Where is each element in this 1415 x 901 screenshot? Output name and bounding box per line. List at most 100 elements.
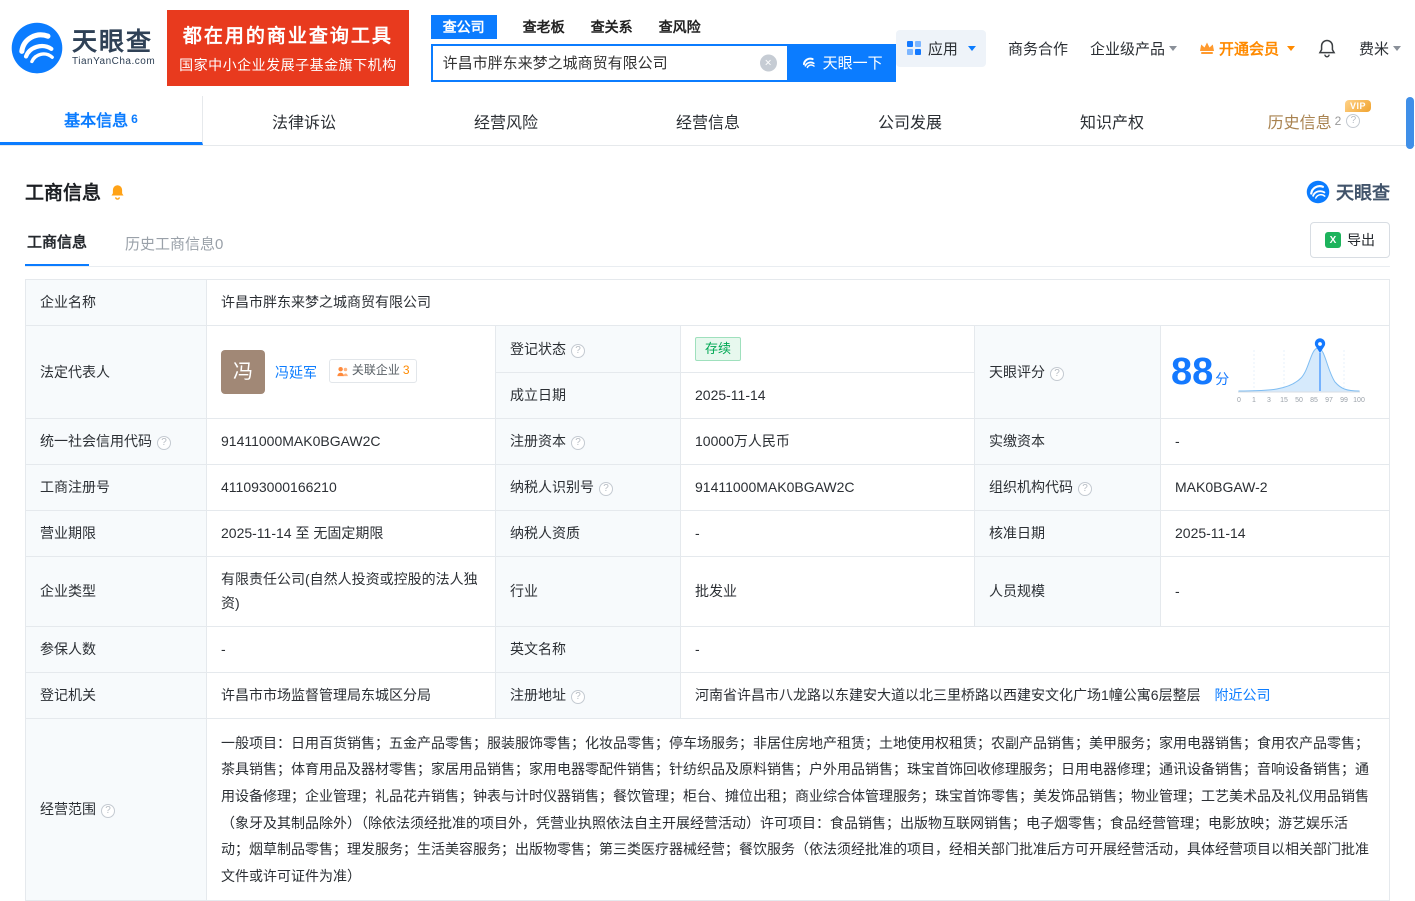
approval-date-value: 2025-11-14 xyxy=(1160,510,1390,558)
nav-enterprise-label: 企业级产品 xyxy=(1089,40,1165,58)
nav-open-vip-label: 开通会员 xyxy=(1218,40,1279,58)
apps-grid-icon xyxy=(906,41,921,55)
page-scrollbar[interactable] xyxy=(1406,97,1414,149)
tab-legal-litigation[interactable]: 法律诉讼 xyxy=(203,96,405,145)
score-cell: 88 分 0 1 3 15 50 85 97 99 100 xyxy=(1160,325,1390,420)
tab-operation-risk-label: 经营风险 xyxy=(473,114,538,132)
logo-text: 天眼查 TianYanCha.com xyxy=(72,28,155,67)
help-icon[interactable]: ? xyxy=(157,436,171,451)
top-right-nav: 应用 商务合作 企业级产品 开通会员 费米 xyxy=(895,29,1401,67)
legal-rep-link[interactable]: 冯延军 xyxy=(275,365,317,381)
main-content: 工商信息 天眼查 工商信息 历史工商信息0 X 导出 企业名称 许昌市胖东来梦之… xyxy=(0,178,1415,901)
related-company-tag[interactable]: 关联企业 3 xyxy=(328,359,417,384)
score-distribution-chart: 0 1 3 15 50 85 97 99 100 xyxy=(1237,338,1365,404)
tab-intellectual-property[interactable]: 知识产权 xyxy=(1011,96,1213,145)
subtab-history-business-info[interactable]: 历史工商信息0 xyxy=(123,223,225,266)
industry-value: 批发业 xyxy=(680,556,975,627)
reg-number-label: 工商注册号 xyxy=(25,464,207,512)
notification-bell-icon[interactable] xyxy=(1317,37,1337,59)
nav-enterprise[interactable]: 企业级产品 xyxy=(1090,38,1177,59)
tab-intellectual-property-label: 知识产权 xyxy=(1079,114,1144,132)
nearby-companies-link[interactable]: 附近公司 xyxy=(1214,687,1270,703)
reg-number-value: 411093000166210 xyxy=(206,464,496,512)
section-title: 工商信息 xyxy=(25,183,102,204)
search-tabs: 查公司 查老板 查关系 查风险 xyxy=(430,14,896,39)
establish-date-label: 成立日期 xyxy=(495,372,681,420)
score-value: 88 xyxy=(1171,351,1214,394)
table-row: 企业类型 有限责任公司(自然人投资或控股的法人独资) 行业 批发业 人员规模 - xyxy=(25,556,1390,627)
apps-menu[interactable]: 应用 xyxy=(895,29,986,67)
tianyancha-logo[interactable]: 天眼查 TianYanCha.com xyxy=(10,21,155,75)
svg-text:85: 85 xyxy=(1310,397,1318,404)
avatar[interactable]: 冯 xyxy=(221,350,265,395)
tab-basic-info[interactable]: 基本信息 6 xyxy=(0,96,203,145)
info-icon[interactable]: ? xyxy=(1346,113,1361,128)
insured-count-label: 参保人数 xyxy=(25,625,207,673)
industry-label: 行业 xyxy=(495,556,681,627)
section-head: 工商信息 天眼查 xyxy=(25,178,1390,205)
taxpayer-id-value: 91411000MAK0BGAW2C xyxy=(680,464,975,512)
search-input[interactable] xyxy=(430,43,787,82)
search-button[interactable]: 天眼一下 xyxy=(786,43,896,82)
search-tab-company[interactable]: 查公司 xyxy=(430,14,497,39)
credit-code-label: 统一社会信用代码? xyxy=(25,418,207,466)
nav-cooperation[interactable]: 商务合作 xyxy=(1008,38,1068,59)
tianyancha-watermark-icon xyxy=(1306,180,1330,203)
tab-company-development-label: 公司发展 xyxy=(877,114,942,132)
help-icon[interactable]: ? xyxy=(1050,366,1064,381)
taxpayer-quality-label: 纳税人资质 xyxy=(495,510,681,558)
tab-history-info[interactable]: VIP 历史信息 2 ? xyxy=(1213,96,1415,145)
svg-text:1: 1 xyxy=(1252,397,1256,404)
svg-text:50: 50 xyxy=(1295,397,1303,404)
search-tab-relation[interactable]: 查关系 xyxy=(591,15,633,39)
company-type-value: 有限责任公司(自然人投资或控股的法人独资) xyxy=(206,556,496,627)
tab-history-info-label: 历史信息 xyxy=(1267,114,1332,132)
table-row: 企业名称 许昌市胖东来梦之城商贸有限公司 xyxy=(25,278,1390,327)
watermark-label: 天眼查 xyxy=(1336,182,1390,203)
taxpayer-quality-value: - xyxy=(680,510,975,558)
help-icon[interactable]: ? xyxy=(571,689,585,704)
help-icon[interactable]: ? xyxy=(101,804,115,819)
legal-rep-label: 法定代表人 xyxy=(25,325,207,420)
credit-code-value: 91411000MAK0BGAW2C xyxy=(206,418,496,466)
tab-basic-info-label: 基本信息 xyxy=(64,113,129,130)
crown-icon xyxy=(1199,42,1214,54)
top-header: 天眼查 TianYanCha.com 都在用的商业查询工具 国家中小企业发展子基… xyxy=(0,0,1415,96)
tab-operation-info[interactable]: 经营信息 xyxy=(607,96,809,145)
subscribe-bell-icon[interactable] xyxy=(109,183,126,201)
help-icon[interactable]: ? xyxy=(599,482,613,497)
help-icon[interactable]: ? xyxy=(571,436,585,451)
svg-text:15: 15 xyxy=(1280,397,1288,404)
help-icon[interactable]: ? xyxy=(1078,482,1092,497)
company-name-value: 许昌市胖东来梦之城商贸有限公司 xyxy=(206,278,1390,327)
establish-date-value: 2025-11-14 xyxy=(680,372,975,420)
bell-glyph xyxy=(1318,39,1336,58)
export-button[interactable]: X 导出 xyxy=(1310,222,1390,258)
clear-icon[interactable]: × xyxy=(759,54,777,71)
tianyancha-logo-icon xyxy=(11,22,63,74)
nav-open-vip[interactable]: 开通会员 xyxy=(1199,38,1295,59)
tab-legal-litigation-label: 法律诉讼 xyxy=(271,114,336,132)
search-area: 查公司 查老板 查关系 查风险 × 天眼一下 xyxy=(430,14,896,82)
nav-user[interactable]: 费米 xyxy=(1359,38,1401,59)
search-tab-risk[interactable]: 查风险 xyxy=(659,15,701,39)
business-scope-value: 一般项目：日用百货销售；五金产品零售；服装服饰零售；化妆品零售；停车场服务；非居… xyxy=(206,717,1390,901)
paid-capital-label: 实缴资本 xyxy=(974,418,1161,466)
tab-company-development[interactable]: 公司发展 xyxy=(809,96,1011,145)
search-tab-boss[interactable]: 查老板 xyxy=(523,15,565,39)
help-icon[interactable]: ? xyxy=(571,343,585,358)
svg-text:3: 3 xyxy=(1267,397,1271,404)
tab-operation-risk[interactable]: 经营风险 xyxy=(405,96,607,145)
subtab-business-info[interactable]: 工商信息 xyxy=(25,221,90,266)
legal-rep-cell: 冯 冯延军 关联企业 3 xyxy=(206,325,496,420)
score-label: 天眼评分? xyxy=(974,325,1161,420)
paid-capital-value: - xyxy=(1160,418,1390,466)
nav-user-label: 费米 xyxy=(1358,40,1389,58)
business-term-label: 营业期限 xyxy=(25,510,207,558)
banner-line1: 都在用的商业查询工具 xyxy=(182,26,393,47)
business-scope-label: 经营范围? xyxy=(25,717,207,901)
business-info-table: 企业名称 许昌市胖东来梦之城商贸有限公司 法定代表人 冯 冯延军 关联企业 3 … xyxy=(25,278,1390,901)
business-term-value: 2025-11-14 至 无固定期限 xyxy=(206,510,496,558)
approval-date-label: 核准日期 xyxy=(974,510,1161,558)
reg-status-value: 存续 xyxy=(680,325,975,374)
